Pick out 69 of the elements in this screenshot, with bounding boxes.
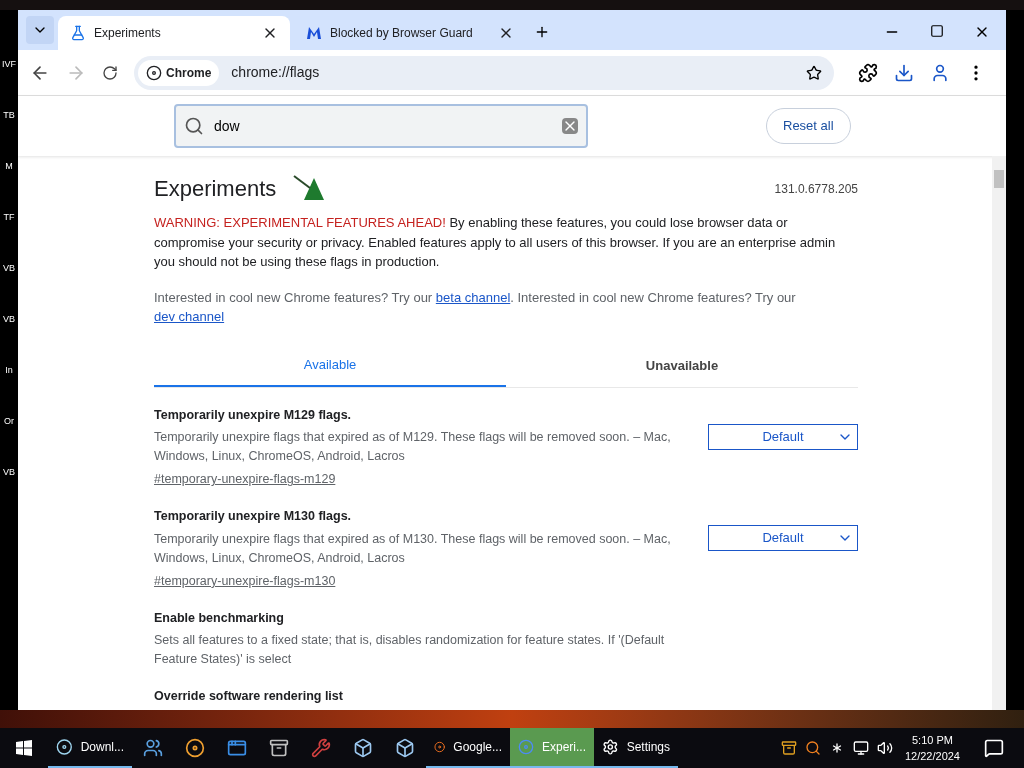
m-logo-icon bbox=[306, 25, 322, 41]
search-field[interactable]: dow bbox=[174, 104, 588, 148]
browser-tab[interactable]: Blocked by Browser Guard bbox=[294, 16, 526, 50]
download-icon[interactable] bbox=[894, 62, 914, 83]
flask-icon bbox=[70, 25, 86, 41]
profile-icon[interactable] bbox=[930, 62, 950, 83]
taskbar-app-button[interactable]: Settings bbox=[594, 728, 678, 768]
wrench-icon[interactable] bbox=[311, 738, 331, 758]
flag-anchor-link[interactable]: #temporary-unexpire-flags-m129 bbox=[154, 470, 692, 489]
desktop-icon-label: TF bbox=[3, 213, 15, 222]
site-chip[interactable]: Chrome bbox=[138, 59, 220, 86]
desktop-icon-label: VB bbox=[3, 315, 15, 324]
tab-title: Blocked by Browser Guard bbox=[330, 25, 474, 42]
scrollbar[interactable] bbox=[992, 156, 1006, 710]
flags-tab[interactable]: Available bbox=[154, 344, 506, 387]
archive-icon[interactable] bbox=[269, 738, 289, 758]
clock-time: 5:10 PM bbox=[912, 733, 953, 748]
browser-tab[interactable]: Experiments bbox=[58, 16, 290, 50]
flag-select[interactable]: Default bbox=[708, 525, 858, 551]
disc-icon bbox=[56, 737, 73, 757]
tab-title: Experiments bbox=[94, 25, 162, 42]
flag-name: Temporarily unexpire M130 flags. bbox=[154, 508, 353, 525]
people-icon[interactable] bbox=[143, 738, 163, 758]
search-icon bbox=[184, 116, 204, 136]
windows-start-icon[interactable] bbox=[16, 740, 32, 756]
notifications-icon[interactable] bbox=[984, 738, 1004, 758]
flag-description: Temporarily unexpire flags that expired as of M129. These flags will be removed soon. – Mac, Windows, Linux, ChromeOS, Android, Lacros bbox=[154, 429, 672, 466]
flag-name: Override software rendering list bbox=[154, 688, 344, 706]
taskbar-app-button[interactable]: Downl... bbox=[48, 728, 132, 768]
desktop-icon-label: IVF bbox=[2, 60, 16, 69]
tab-search-button[interactable] bbox=[26, 16, 54, 44]
desktop-icon-label: In bbox=[5, 366, 13, 375]
circle-icon[interactable] bbox=[185, 738, 205, 758]
bookmark-star-icon[interactable] bbox=[806, 64, 822, 81]
flag-select[interactable]: Default bbox=[708, 423, 858, 450]
new-tab-icon[interactable] bbox=[534, 24, 550, 40]
flag-name: Enable benchmarking bbox=[154, 609, 285, 627]
cube-icon[interactable] bbox=[395, 738, 415, 758]
version-text: 131.0.6778.205 bbox=[774, 180, 858, 198]
network-icon[interactable] bbox=[852, 740, 869, 756]
warning-text: WARNING: EXPERIMENTAL FEATURES AHEAD! By enabling these features, you could lose browser data or compromise your security or privacy. Enabled features apply to all users of this browser. If you are an enterprise admin you should not be using these flags in production. bbox=[154, 214, 837, 271]
interest-text: Interested in cool new Chrome features? Try our beta channel. Interested in cool new Chrome features? Try our dev channel bbox=[154, 288, 797, 326]
tray-icon[interactable] bbox=[780, 740, 797, 756]
disc-icon bbox=[518, 737, 534, 757]
volume-icon[interactable] bbox=[876, 740, 893, 756]
gear-icon bbox=[602, 737, 619, 757]
address-bar[interactable]: Chrome chrome://flags bbox=[134, 55, 834, 90]
cube-icon[interactable] bbox=[353, 738, 373, 758]
flag-description: Sets all features to a fixed state; that is, disables randomization for feature states. If '(Default Feature States)' is select bbox=[154, 632, 666, 669]
flags-tab[interactable]: Unavailable bbox=[506, 344, 858, 387]
desktop-icon-label: TB bbox=[3, 111, 15, 120]
desktop-icon-label: VB bbox=[3, 468, 15, 477]
window-icon[interactable] bbox=[227, 738, 247, 758]
channel-link[interactable]: dev channel bbox=[154, 309, 225, 324]
magnifier-icon[interactable] bbox=[804, 740, 821, 756]
clear-icon[interactable] bbox=[562, 118, 578, 134]
extensions-icon[interactable] bbox=[858, 62, 878, 83]
page-title: Experiments bbox=[154, 175, 277, 203]
reload-icon[interactable] bbox=[102, 64, 118, 81]
flag-description: Temporarily unexpire flags that expired as of M130. These flags will be removed soon. – Mac, Windows, Linux, ChromeOS, Android, Lacros bbox=[154, 530, 672, 567]
url-text: chrome://flags bbox=[231, 63, 321, 82]
chrome-logo-icon bbox=[146, 64, 162, 81]
desktop-icon-label: M bbox=[5, 162, 13, 171]
desktop-icon-label: Or bbox=[4, 417, 14, 426]
desktop-icon-label: VB bbox=[3, 264, 15, 273]
flag-name: Temporarily unexpire M129 flags. bbox=[154, 406, 353, 424]
flag-anchor-link[interactable]: #temporary-unexpire-flags-m130 bbox=[154, 571, 692, 591]
maximize-icon[interactable] bbox=[930, 24, 944, 38]
clock-date: 12/22/2024 bbox=[904, 749, 960, 764]
